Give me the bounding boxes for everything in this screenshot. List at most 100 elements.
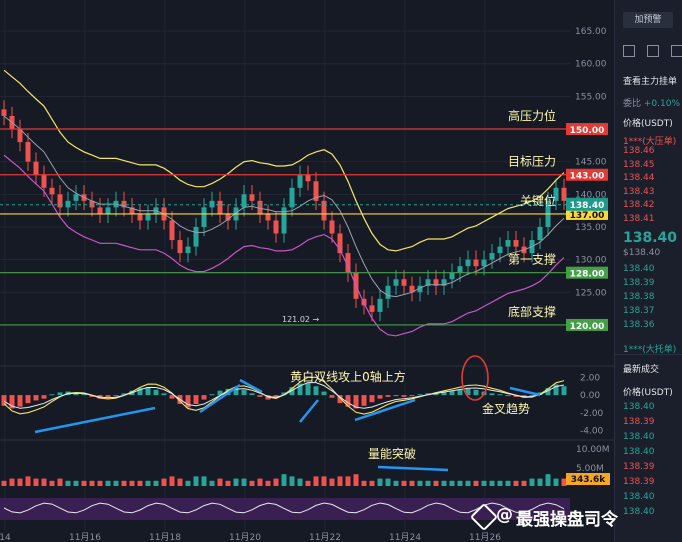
candle-body: [97, 207, 103, 214]
candle-body: [201, 207, 207, 227]
volume-bar: [497, 480, 503, 486]
candle-body: [505, 240, 511, 247]
volume-bar: [505, 480, 511, 486]
order-book-panel: 加预警 查看主力挂单 委比 +0.10% 价格(USDT) 1***(大压单) …: [614, 0, 682, 542]
macd-bar: [113, 395, 119, 397]
y-tick-label: 165.00: [575, 27, 607, 37]
volume-bar: [545, 474, 551, 486]
volume-bar: [169, 476, 175, 486]
lower-band: [3, 154, 565, 337]
volume-bar: [129, 480, 135, 486]
volume-bar: [489, 480, 495, 486]
macd-bar: [393, 395, 399, 397]
x-tick-label: 11月20: [229, 532, 261, 542]
level-tag-label: 143.00: [570, 172, 605, 182]
candle-body: [65, 200, 71, 208]
main-order-link[interactable]: 查看主力挂单: [623, 74, 677, 87]
macd-bar: [369, 395, 375, 403]
y-tick-label: 145.00: [575, 158, 607, 168]
volume-bar: [289, 476, 295, 486]
volume-bar: [97, 480, 103, 486]
ratio-row: 委比 +0.10%: [623, 96, 680, 109]
macd-bar: [497, 394, 503, 396]
macd-bar: [249, 393, 255, 396]
candle-body: [513, 240, 519, 247]
volume-tag-label: 343.6k: [571, 475, 606, 485]
candle-body: [145, 213, 151, 221]
volume-bar: [145, 480, 151, 486]
candle-body: [137, 213, 143, 221]
macd-bar: [33, 395, 39, 401]
book-asks-icon[interactable]: [647, 45, 659, 57]
view-mode-icons[interactable]: [623, 45, 682, 57]
add-alert-button[interactable]: 加预警: [623, 12, 673, 28]
bid-price: 138.38: [623, 292, 655, 302]
volume-bar: [265, 480, 271, 486]
volume-bar: [393, 480, 399, 486]
y-tick-label: 160.00: [575, 60, 607, 70]
level-label: 第一支撑: [508, 252, 556, 267]
volume-bar: [513, 480, 519, 486]
ratio-label: 委比: [623, 99, 642, 109]
volume-bar: [553, 478, 559, 486]
volume-bar: [329, 478, 335, 486]
candle-body: [401, 279, 407, 286]
volume-bar: [249, 480, 255, 486]
ratio-value: +0.10%: [643, 99, 681, 109]
volume-bar: [417, 480, 423, 486]
mid-price-usd: $138.40: [623, 248, 661, 258]
trade-price: 138.39: [623, 417, 655, 427]
volume-bar: [185, 480, 191, 486]
volume-bar: [529, 478, 535, 486]
trade-price: 138.40: [623, 432, 655, 442]
book-both-icon[interactable]: [623, 45, 635, 57]
trend-arrow: [34, 406, 156, 434]
macd-bar: [321, 391, 327, 396]
macd-tick-label: 0.00: [580, 391, 600, 401]
candle-body: [57, 194, 63, 208]
x-tick-label: 11月22: [309, 532, 341, 542]
y-tick-label: 125.00: [575, 288, 607, 298]
candle-body: [385, 285, 391, 299]
ask-price: 138.43: [623, 186, 655, 197]
candle-body: [265, 213, 271, 221]
book-bids-icon[interactable]: [671, 45, 682, 57]
ask-price: 138.41: [623, 213, 655, 224]
volume-bar: [473, 480, 479, 486]
macd-dif-line: [3, 376, 565, 415]
trade-price: 138.39: [623, 462, 655, 472]
volume-bar: [81, 480, 87, 486]
volume-bar: [241, 478, 247, 486]
candle-body: [329, 220, 335, 234]
macd-bar: [241, 389, 247, 396]
ask-price: 138.46: [623, 146, 655, 156]
macd-bar: [401, 395, 407, 397]
price-chart[interactable]: 165.00 160.00 155.00 150.00 145.00 14 0.00 135.…: [0, 0, 614, 542]
x-tick-label: 11月24: [389, 532, 421, 542]
volume-bar: [193, 476, 199, 486]
candle-body: [177, 240, 183, 254]
mid-price: 138.40: [623, 230, 678, 246]
volume-bar: [161, 478, 167, 486]
chart-stage: { "chart_data": { "type": "candlestick",…: [0, 0, 682, 542]
candle-body: [457, 266, 463, 273]
candle-body: [537, 226, 543, 241]
volume-bar: [137, 480, 143, 486]
volume-bar: [17, 478, 23, 486]
macd-bar: [409, 395, 415, 397]
volume-bar: [521, 480, 527, 486]
price-header: 价格(USDT): [623, 119, 673, 129]
trades-tab[interactable]: 最新成交: [623, 362, 659, 375]
golden-cross-label: 金叉趋势: [482, 401, 530, 416]
macd-dea-line: [3, 382, 565, 409]
bid-price: 138.37: [623, 306, 655, 316]
volume-bar: [409, 480, 415, 486]
y-tick-label: 135.00: [575, 223, 607, 233]
volume-bar: [377, 478, 383, 486]
trend-arrow: [509, 386, 541, 397]
macd-bar: [313, 386, 319, 396]
macd-tick-label: 2.00: [580, 373, 600, 383]
volume-bar: [233, 478, 239, 486]
volume-bar: [273, 478, 279, 486]
level-tag-label: 120.00: [570, 322, 605, 332]
